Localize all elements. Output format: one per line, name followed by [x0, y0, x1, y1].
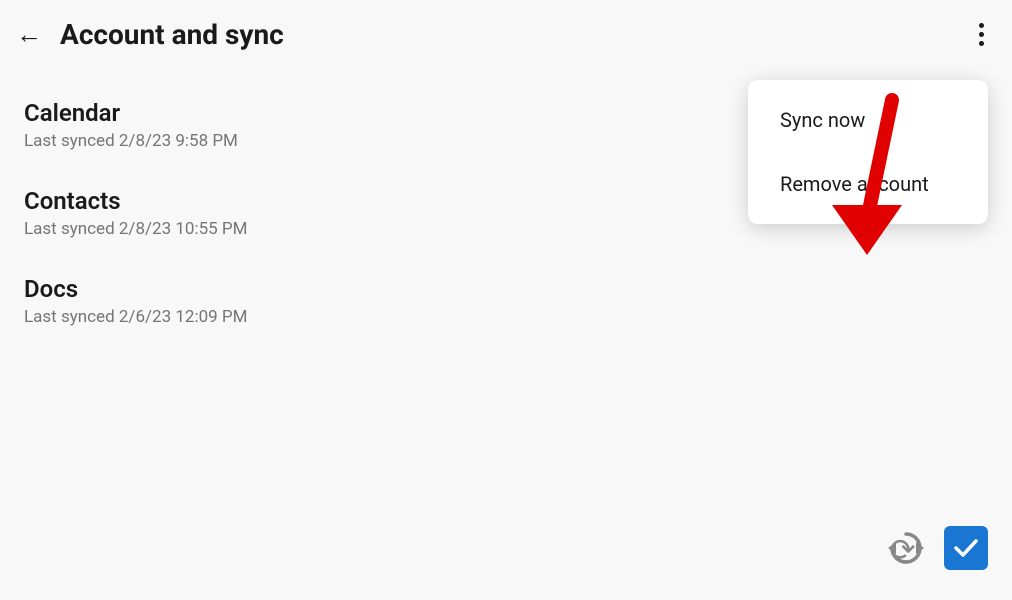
remove-account-menu-item[interactable]: Remove account	[748, 152, 988, 216]
sync-now-menu-item[interactable]: Sync now	[748, 88, 988, 152]
bottom-action-icons: ⟳	[884, 526, 988, 570]
sync-icon[interactable]: ⟳	[884, 526, 928, 570]
header: ← Account and sync	[0, 0, 1012, 69]
checkbox-checked[interactable]	[944, 526, 988, 570]
dropdown-menu: Sync now Remove account	[748, 80, 988, 224]
more-dot-3	[979, 41, 984, 46]
header-left: ← Account and sync	[16, 18, 284, 51]
more-options-button[interactable]	[975, 19, 988, 50]
more-dot-1	[979, 23, 984, 28]
svg-text:⟳: ⟳	[890, 533, 916, 568]
more-dot-2	[979, 32, 984, 37]
list-item-title: Docs	[24, 275, 988, 303]
page-title: Account and sync	[60, 18, 284, 51]
list-item-subtitle: Last synced 2/6/23 12:09 PM	[24, 307, 988, 327]
back-button[interactable]: ←	[16, 22, 42, 48]
list-item-docs[interactable]: Docs Last synced 2/6/23 12:09 PM	[0, 257, 1012, 345]
